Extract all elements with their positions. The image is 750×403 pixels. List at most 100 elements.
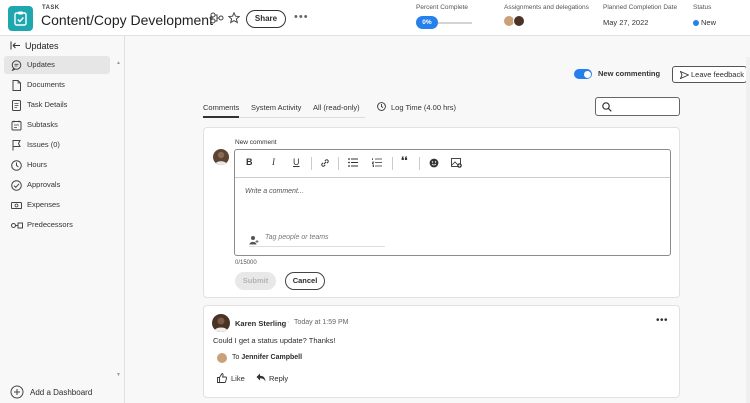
tag-people-field[interactable]: Tag people or teams (249, 233, 385, 247)
sidebar-collapse[interactable]: Updates (10, 41, 59, 52)
workflow-icon[interactable] (210, 12, 224, 26)
sidebar-item-label: Issues (0) (27, 140, 60, 149)
new-commenting-toggle[interactable] (574, 69, 592, 79)
send-icon (680, 71, 689, 79)
sidebar: Updates ▲ Updates Documents Task Details… (0, 36, 125, 403)
issues-icon (12, 140, 21, 151)
tab-all-read-only[interactable]: All (read-only) (313, 103, 360, 112)
sidebar-item-label: Documents (27, 80, 65, 89)
comment-recipient: To Jennifer Campbell (232, 354, 302, 361)
main-scrollbar[interactable] (746, 57, 750, 403)
subtasks-icon (11, 120, 22, 131)
reply-arrow-icon (256, 373, 266, 382)
like-button[interactable]: Like (217, 373, 245, 385)
active-tab-indicator (203, 116, 239, 118)
sidebar-item-task-details[interactable]: Task Details (4, 96, 110, 114)
new-comment-label: New comment (235, 139, 277, 146)
leave-feedback-button[interactable]: Leave feedback (672, 66, 747, 83)
add-dashboard-label: Add a Dashboard (30, 388, 93, 397)
percent-complete-bar (438, 22, 472, 24)
comment-separator: · (287, 319, 290, 326)
tab-system-activity[interactable]: System Activity (251, 103, 301, 112)
tab-comments[interactable]: Comments (203, 103, 239, 112)
add-circle-icon (10, 385, 24, 399)
money-icon (11, 202, 22, 209)
comment-more-options-icon[interactable]: ••• (656, 315, 668, 326)
bold-icon[interactable]: B (246, 157, 253, 167)
toolbar-divider (392, 157, 393, 170)
sidebar-item-label: Expenses (27, 200, 60, 209)
sidebar-item-hours[interactable]: Hours (4, 156, 110, 174)
search-icon (602, 102, 612, 112)
add-dashboard-button[interactable]: Add a Dashboard (10, 385, 92, 401)
new-commenting-label: New commenting (598, 69, 661, 78)
cancel-button[interactable]: Cancel (285, 272, 325, 290)
sidebar-item-documents[interactable]: Documents (4, 76, 110, 94)
percent-complete-label: Percent Complete (416, 4, 469, 11)
task-header: TASK Content/Copy Development Share ••• … (0, 0, 750, 36)
status-label: Status (693, 4, 712, 11)
underline-icon[interactable]: U (293, 157, 300, 167)
clock-icon (11, 160, 22, 171)
checkmark-circle-icon (11, 180, 22, 191)
status-dot-icon (693, 20, 699, 26)
toolbar-divider (419, 157, 420, 170)
favorite-star-icon[interactable] (227, 11, 241, 26)
insert-image-icon[interactable] (451, 158, 462, 170)
sidebar-item-approvals[interactable]: Approvals (4, 176, 110, 194)
recipient-name[interactable]: Jennifer Campbell (241, 354, 302, 361)
percent-complete-value[interactable]: 0% (416, 16, 438, 29)
recipient-avatar (217, 353, 227, 363)
comment-author-name[interactable]: Karen Sterling (235, 319, 286, 328)
document-icon (12, 80, 21, 91)
sidebar-item-expenses[interactable]: Expenses (4, 196, 110, 214)
collapse-arrow-icon (10, 41, 20, 50)
task-details-icon (12, 100, 21, 111)
more-options-icon[interactable]: ••• (294, 11, 309, 23)
toolbar-divider (311, 157, 312, 170)
toolbar-divider (338, 157, 339, 170)
sidebar-item-label: Subtasks (27, 120, 58, 129)
delegate-avatar[interactable] (513, 15, 525, 27)
like-label: Like (231, 374, 245, 383)
leave-feedback-label: Leave feedback (691, 70, 744, 79)
submit-button[interactable]: Submit (235, 272, 276, 290)
comment-editor[interactable]: B I U ❛❛ Write a comment... Tag people o… (234, 149, 671, 256)
sidebar-item-label: Predecessors (27, 220, 73, 229)
italic-icon[interactable]: I (272, 157, 275, 167)
sidebar-scroll-up-icon[interactable]: ▲ (116, 60, 121, 66)
sidebar-item-label: Approvals (27, 180, 61, 189)
reply-button[interactable]: Reply (256, 373, 288, 384)
link-icon[interactable] (320, 158, 330, 170)
reply-label: Reply (269, 374, 289, 383)
comment-author-avatar[interactable] (212, 314, 230, 332)
share-button[interactable]: Share (246, 10, 286, 28)
quote-icon[interactable]: ❛❛ (401, 156, 407, 167)
current-user-avatar (213, 149, 229, 165)
comment-body: Could I get a status update? Thanks! (213, 336, 336, 345)
comment-placeholder[interactable]: Write a comment... (245, 188, 304, 195)
sidebar-item-label: Updates (27, 60, 55, 69)
sidebar-item-subtasks[interactable]: Subtasks (4, 116, 110, 134)
numbered-list-icon[interactable] (371, 158, 382, 169)
object-type-label: TASK (42, 5, 60, 11)
sidebar-item-issues[interactable]: Issues (0) (4, 136, 110, 154)
sidebar-scroll-down-icon[interactable]: ▼ (116, 372, 121, 378)
toolbar-rule (235, 177, 670, 178)
page-title[interactable]: Content/Copy Development (41, 12, 213, 28)
planned-completion-date[interactable]: May 27, 2022 (603, 18, 648, 27)
log-time-label: Log Time (4.00 hrs) (391, 103, 457, 112)
status-value[interactable]: New (701, 18, 716, 27)
sidebar-item-updates[interactable]: Updates (4, 56, 110, 74)
bullet-list-icon[interactable] (348, 158, 358, 169)
sidebar-item-predecessors[interactable]: Predecessors (4, 216, 110, 234)
predecessors-icon (11, 222, 23, 229)
emoji-icon[interactable] (429, 158, 439, 170)
chat-bubble-icon (11, 60, 22, 71)
sidebar-header-label: Updates (25, 41, 59, 51)
assignments-label: Assignments and delegations (504, 4, 589, 11)
search-input[interactable] (595, 97, 680, 116)
thumbs-up-icon (217, 373, 228, 383)
sidebar-item-label: Hours (27, 160, 48, 169)
planned-completion-label: Planned Completion Date (603, 4, 678, 11)
